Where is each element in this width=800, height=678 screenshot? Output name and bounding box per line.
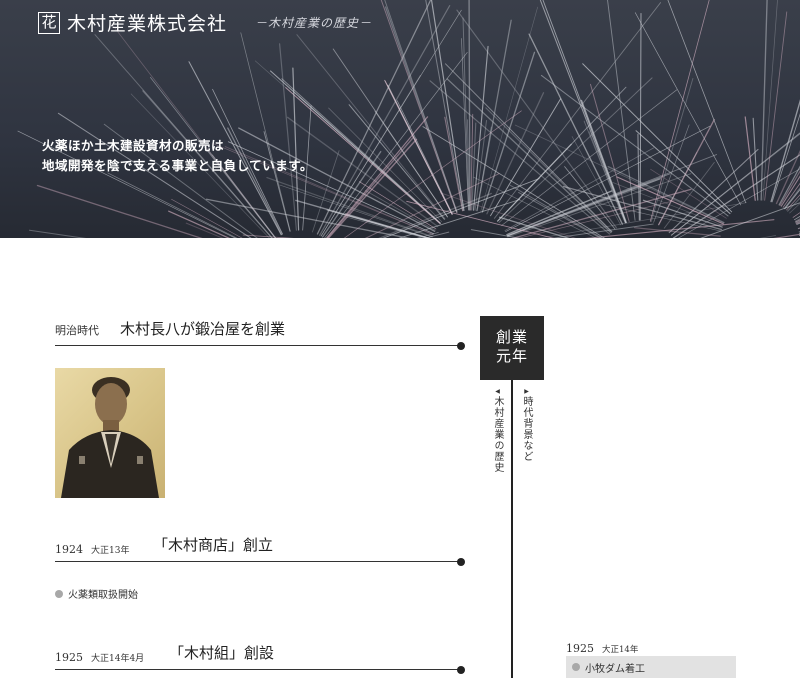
firework-streak (773, 233, 800, 238)
founder-portrait (55, 368, 165, 498)
header-logo[interactable]: 花 木村産業株式会社 －木村産業の歴史－ (38, 9, 372, 36)
entry-title: 木村長八が鍛冶屋を創業 (120, 320, 286, 338)
firework-streak (506, 154, 718, 237)
firework-streak (771, 113, 800, 203)
left-column-text: 木村産業の歴史 (492, 396, 503, 473)
firework-streak (764, 11, 788, 201)
entry-rule (55, 345, 461, 346)
firework-streak (312, 150, 340, 233)
entry-bullet-1924: 火薬類取扱開始 (55, 586, 138, 601)
right-column-label: ▶時代背景など (519, 388, 534, 462)
entry-year: 1924 (55, 543, 83, 556)
entry-date: 1925 大正14年4月 (55, 646, 144, 665)
firework-streak (795, 221, 800, 225)
bullet-dot-icon (55, 589, 63, 598)
hero-tagline: 火薬ほか土木建設資材の販売は 地域開発を陰で支える事業と自負しています。 (42, 136, 313, 176)
firework-streak (490, 98, 562, 217)
history-subtitle: －木村産業の歴史－ (255, 16, 373, 30)
firework-streak (462, 17, 470, 211)
triangle-right-icon: ▶ (523, 388, 530, 396)
tagline-line-1: 火薬ほか土木建設資材の販売は (42, 138, 225, 153)
firework-streak (667, 0, 747, 204)
entry-title: 「木村商店」創立 (153, 536, 274, 554)
firework-streak (36, 184, 203, 238)
hero-banner: 花 木村産業株式会社 －木村産業の歴史－ 火薬ほか土木建設資材の販売は 地域開発… (0, 0, 800, 238)
right-column-text: 時代背景など (521, 396, 532, 462)
firework-streak (759, 235, 777, 238)
badge-line-1: 創業 (495, 328, 528, 346)
timeline-entry-1924: 1924 大正13年 「木村商店」創立 (55, 534, 465, 566)
bullet-text: 小牧ダム着工 (585, 663, 645, 675)
badge-line-2: 元年 (495, 347, 528, 365)
bullet-text: 火薬類取扱開始 (68, 590, 138, 601)
entry-era: 大正14年 (602, 645, 639, 655)
entry-dot-icon (457, 666, 465, 674)
firework-streak (468, 0, 471, 211)
company-name: 木村産業株式会社 (67, 13, 228, 35)
entry-year: 1925 (55, 651, 83, 664)
timeline-entry-meiji: 明治時代 木村長八が鍛冶屋を創業 (55, 316, 465, 350)
firework-streak (111, 23, 277, 238)
entry-rule (55, 669, 461, 670)
tagline-line-2: 地域開発を陰で支える事業と自負しています。 (42, 158, 314, 173)
entry-era: 明治時代 (55, 324, 99, 337)
firework-streak (456, 9, 617, 229)
triangle-left-icon: ◀ (494, 388, 501, 396)
firework-streak (425, 0, 464, 212)
entry-date: 1924 大正13年 (55, 538, 129, 557)
entry-title: 「木村組」創設 (169, 644, 275, 662)
left-column-label: ◀木村産業の歴史 (490, 388, 505, 473)
portrait-figure-icon (61, 377, 159, 498)
timeline-axis (511, 380, 513, 678)
background-entry-1925: 小牧ダム着工 (566, 656, 736, 678)
entry-era: 大正13年 (91, 546, 130, 556)
entry-dot-icon (457, 558, 465, 566)
entry-year: 1925 (566, 642, 594, 655)
entry-rule (55, 561, 461, 562)
firework-streak (639, 12, 642, 221)
background-entry-1925-date: 1925 大正14年 (566, 642, 638, 655)
timeline-entry-1925: 1925 大正14年4月 「木村組」創設 (55, 642, 465, 674)
flower-logo-icon: 花 (38, 11, 60, 34)
founding-year-badge: 創業 元年 (480, 316, 544, 380)
entry-dot-icon (457, 342, 465, 350)
bullet-dot-icon (572, 663, 580, 671)
entry-era: 大正14年4月 (91, 654, 145, 664)
